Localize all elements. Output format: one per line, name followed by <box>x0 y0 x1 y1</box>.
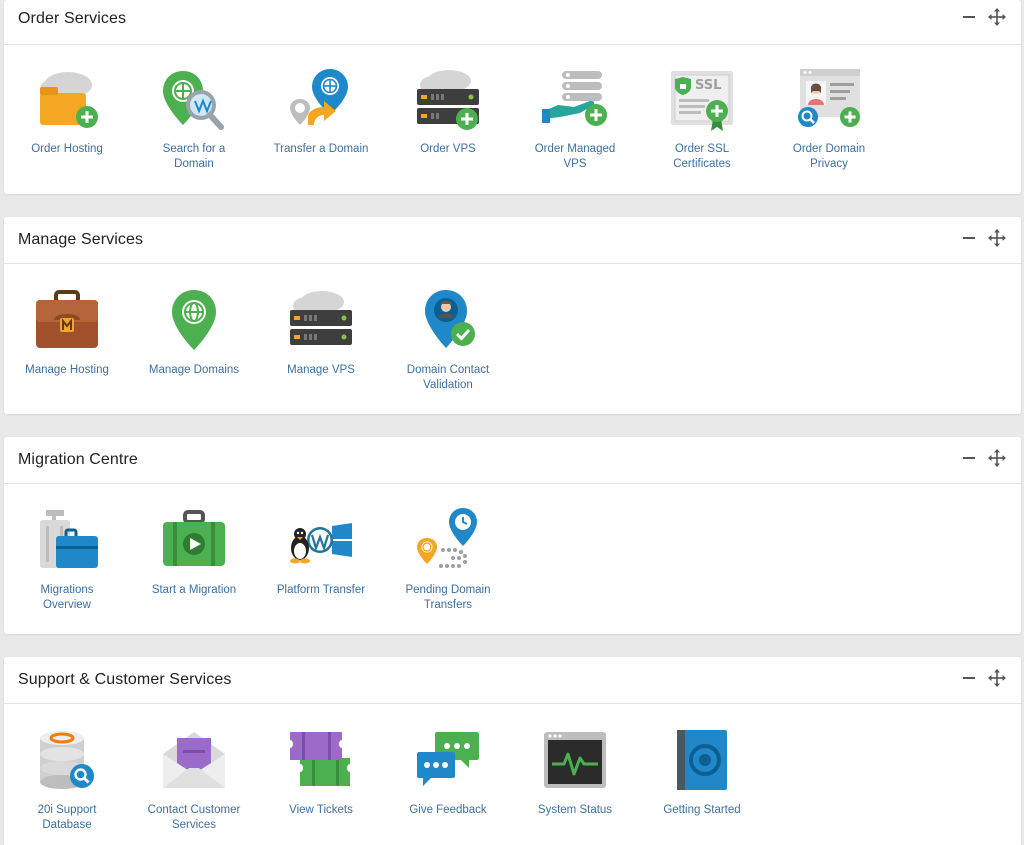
tile-domain-contact-validation[interactable]: Domain Contact Validation <box>385 288 511 393</box>
managed-server-hand-icon <box>540 67 610 133</box>
tile-give-feedback[interactable]: Give Feedback <box>385 728 511 818</box>
tile-label: Start a Migration <box>151 584 237 596</box>
domain-transfer-icon <box>286 67 356 133</box>
minus-icon <box>963 16 975 18</box>
tile-migrations-overview[interactable]: Migrations Overview <box>4 508 130 613</box>
svg-text:SSL: SSL <box>695 78 721 93</box>
database-search-icon <box>32 728 102 794</box>
tile-label: Domain Contact Validation <box>406 364 490 391</box>
server-cloud-icon <box>286 288 356 354</box>
suitcase-play-icon <box>159 508 229 574</box>
panel-header: Migration Centre <box>4 437 1021 484</box>
panel-header: Manage Services <box>4 217 1021 264</box>
tile-pending-domain-transfers[interactable]: Pending Domain Transfers <box>385 508 511 613</box>
contact-check-icon <box>413 288 483 354</box>
panel-title: Order Services <box>18 10 127 27</box>
panel-title: Migration Centre <box>18 451 138 468</box>
chat-bubbles-icon <box>413 728 483 794</box>
tile-platform-transfer[interactable]: Platform Transfer <box>258 508 384 598</box>
tile-order-hosting[interactable]: Order Hosting <box>4 67 130 157</box>
tile-label: Manage Domains <box>148 364 240 376</box>
server-cloud-add-icon <box>413 67 483 133</box>
luggage-icon <box>32 508 102 574</box>
panel-support-customer-services: Support & Customer Services 20i Support … <box>4 657 1021 845</box>
tile-label: View Tickets <box>289 804 353 816</box>
tile-label: Give Feedback <box>409 804 487 816</box>
tile-label: Manage Hosting <box>25 364 109 376</box>
collapse-button[interactable] <box>959 6 979 28</box>
tile-order-vps[interactable]: Order VPS <box>385 67 511 157</box>
tile-label: System Status <box>537 804 613 816</box>
panel-manage-services: Manage Services Manage Hosting Manage Do… <box>4 217 1021 414</box>
tile-getting-started[interactable]: Getting Started <box>639 728 765 818</box>
tile-label: Manage VPS <box>287 364 355 376</box>
move-arrows-icon <box>988 8 1006 26</box>
tile-manage-hosting[interactable]: Manage Hosting <box>4 288 130 378</box>
panel-header: Order Services <box>4 0 1021 45</box>
domain-privacy-icon <box>794 67 864 133</box>
collapse-button[interactable] <box>959 447 979 469</box>
tile-contact-customer-services[interactable]: Contact Customer Services <box>131 728 257 833</box>
tile-start-migration[interactable]: Start a Migration <box>131 508 257 598</box>
minus-icon <box>963 677 975 679</box>
tile-search-domain[interactable]: Search for a Domain <box>131 67 257 172</box>
panel-migration-centre: Migration Centre Migrations Overview Sta… <box>4 437 1021 634</box>
tile-order-domain-privacy[interactable]: Order Domain Privacy <box>766 67 892 172</box>
tile-view-tickets[interactable]: View Tickets <box>258 728 384 818</box>
collapse-button[interactable] <box>959 227 979 249</box>
move-arrows-icon <box>988 449 1006 467</box>
tile-manage-domains[interactable]: Manage Domains <box>131 288 257 378</box>
briefcase-icon <box>32 288 102 354</box>
drag-handle[interactable] <box>987 667 1007 689</box>
tile-manage-vps[interactable]: Manage VPS <box>258 288 384 378</box>
minus-icon <box>963 457 975 459</box>
move-arrows-icon <box>988 669 1006 687</box>
tile-label: Contact Customer Services <box>147 804 241 831</box>
tile-label: Order Managed VPS <box>534 143 616 170</box>
tile-order-managed-vps[interactable]: Order Managed VPS <box>512 67 638 172</box>
status-monitor-icon <box>540 728 610 794</box>
tickets-icon <box>286 728 356 794</box>
tile-label: Order VPS <box>420 143 476 155</box>
book-icon <box>667 728 737 794</box>
drag-handle[interactable] <box>987 227 1007 249</box>
collapse-button[interactable] <box>959 667 979 689</box>
envelope-icon <box>159 728 229 794</box>
tile-label: 20i Support Database <box>37 804 97 831</box>
drag-handle[interactable] <box>987 447 1007 469</box>
tile-order-ssl[interactable]: SSL Order SSL Certificates <box>639 67 765 172</box>
panel-order-services: Order Services Order Hosting Search for … <box>4 0 1021 194</box>
ssl-certificate-icon: SSL <box>667 67 737 133</box>
tile-label: Getting Started <box>663 804 741 816</box>
panel-title: Support & Customer Services <box>18 671 232 688</box>
pending-transfer-icon <box>413 508 483 574</box>
tile-label: Order Domain Privacy <box>792 143 866 170</box>
minus-icon <box>963 237 975 239</box>
folder-cloud-add-icon <box>32 67 102 133</box>
panel-header: Support & Customer Services <box>4 657 1021 704</box>
tile-label: Order SSL Certificates <box>673 143 731 170</box>
tile-label: Migrations Overview <box>40 584 94 611</box>
tile-label: Platform Transfer <box>276 584 366 596</box>
tile-transfer-domain[interactable]: Transfer a Domain <box>258 67 384 157</box>
tile-grid: Order Hosting Search for a Domain Transf… <box>4 45 1021 195</box>
tile-grid: 20i Support Database Contact Customer Se… <box>4 704 1021 845</box>
platform-logos-icon <box>286 508 356 574</box>
tile-label: Order Hosting <box>31 143 103 155</box>
tile-label: Search for a Domain <box>162 143 226 170</box>
globe-pin-icon <box>159 288 229 354</box>
move-arrows-icon <box>988 229 1006 247</box>
tile-support-database[interactable]: 20i Support Database <box>4 728 130 833</box>
drag-handle[interactable] <box>987 6 1007 28</box>
tile-label: Transfer a Domain <box>273 143 369 155</box>
panel-title: Manage Services <box>18 231 144 248</box>
tile-system-status[interactable]: System Status <box>512 728 638 818</box>
tile-grid: Migrations Overview Start a Migration Pl… <box>4 484 1021 634</box>
tile-grid: Manage Hosting Manage Domains Manage VPS… <box>4 264 1021 414</box>
tile-label: Pending Domain Transfers <box>405 584 491 611</box>
domain-search-icon <box>159 67 229 133</box>
